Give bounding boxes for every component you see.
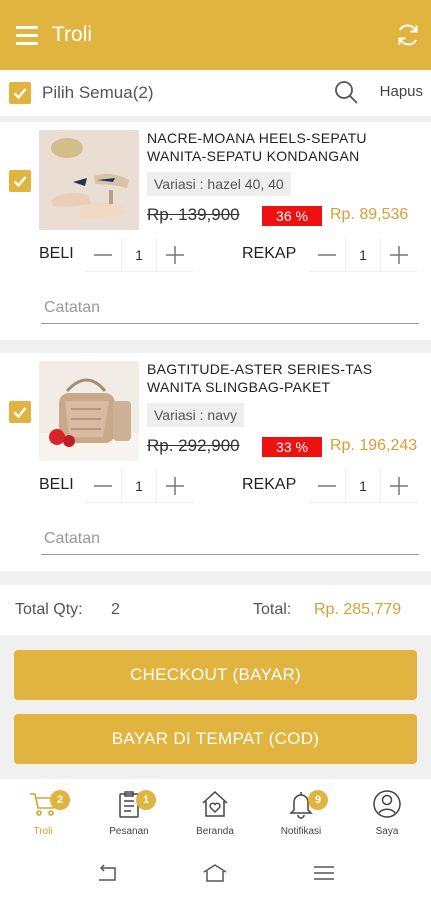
sale-price: Rp. 89,536: [330, 206, 409, 223]
price-row: Rp. 139,900 36 % Rp. 89,536: [147, 205, 431, 227]
quantity-value[interactable]: 1: [345, 237, 381, 272]
plus-button[interactable]: [157, 238, 193, 272]
minus-button[interactable]: [85, 469, 121, 503]
nav-item-notifikasi[interactable]: 9 Notifikasi: [258, 779, 344, 846]
orders-badge: 1: [136, 790, 156, 810]
plus-button[interactable]: [381, 238, 417, 272]
select-all-bar: Pilih Semua(2) Hapus: [0, 70, 431, 116]
nav-label: Beranda: [196, 826, 234, 837]
minus-icon: [94, 484, 112, 487]
product-name[interactable]: BAGTITUDE-ASTER SERIES-TAS WANITA SLINGB…: [147, 360, 417, 396]
minus-button[interactable]: [309, 238, 345, 272]
plus-icon: [166, 245, 184, 264]
select-all-checkbox[interactable]: [9, 82, 31, 104]
beli-label: BELI: [39, 245, 74, 262]
minus-button[interactable]: [85, 238, 121, 272]
plus-icon: [390, 476, 408, 495]
minus-icon: [318, 253, 336, 256]
check-icon: [13, 407, 27, 419]
original-price: Rp. 139,900: [147, 205, 240, 224]
total-value: Rp. 285,779: [314, 601, 402, 618]
refresh-icon[interactable]: [395, 22, 421, 48]
select-all-label[interactable]: Pilih Semua(2): [42, 83, 154, 103]
plus-button[interactable]: [157, 469, 193, 503]
search-icon[interactable]: [333, 79, 359, 105]
quantity-value[interactable]: 1: [345, 468, 381, 503]
system-nav-bar: [0, 846, 431, 900]
quantity-value[interactable]: 1: [121, 468, 157, 503]
product-name[interactable]: NACRE-MOANA HEELS-SEPATU WANITA-SEPATU K…: [147, 129, 417, 165]
check-icon: [13, 88, 27, 100]
cart-badge: 2: [50, 790, 70, 810]
beli-label: BELI: [39, 476, 74, 493]
note-input[interactable]: [41, 523, 419, 555]
hamburger-menu-icon[interactable]: [0, 0, 52, 70]
total-summary: Total Qty: 2 Total: Rp. 285,779: [0, 585, 431, 635]
rekap-quantity-stepper: 1: [309, 468, 417, 503]
rekap-label: REKAP: [242, 476, 297, 493]
item-checkbox[interactable]: [9, 170, 31, 192]
total-qty-value: 2: [111, 601, 120, 618]
minus-button[interactable]: [309, 469, 345, 503]
note-input[interactable]: [41, 292, 419, 324]
cart-item: NACRE-MOANA HEELS-SEPATU WANITA-SEPATU K…: [0, 122, 431, 340]
nav-label: Notifikasi: [280, 826, 322, 837]
page-title: Troli: [52, 23, 93, 46]
home-heart-icon: [202, 790, 228, 817]
product-image[interactable]: [39, 130, 139, 230]
recents-icon[interactable]: [311, 862, 337, 884]
total-label: Total:: [253, 601, 292, 618]
discount-badge: 36 %: [262, 206, 322, 226]
nav-label: Troli: [33, 826, 53, 837]
plus-button[interactable]: [381, 469, 417, 503]
beli-quantity-stepper: 1: [85, 237, 193, 272]
delete-button[interactable]: Hapus: [380, 83, 423, 100]
total-qty-label: Total Qty:: [15, 601, 83, 618]
discount-badge: 33 %: [262, 437, 322, 457]
home-icon[interactable]: [202, 862, 228, 884]
back-icon[interactable]: [95, 862, 121, 884]
minus-icon: [318, 484, 336, 487]
cod-button[interactable]: BAYAR DI TEMPAT (COD): [14, 714, 417, 764]
user-icon: [373, 790, 401, 818]
original-price: Rp. 292,900: [147, 436, 240, 455]
nav-item-troli[interactable]: 2 Troli: [0, 779, 86, 846]
price-row: Rp. 292,900 33 % Rp. 196,243: [147, 436, 431, 458]
app-header: Troli: [0, 0, 431, 70]
plus-icon: [166, 476, 184, 495]
nav-label: Saya: [375, 826, 399, 837]
rekap-quantity-stepper: 1: [309, 237, 417, 272]
sale-price: Rp. 196,243: [330, 437, 418, 454]
rekap-label: REKAP: [242, 245, 297, 262]
checkout-button[interactable]: CHECKOUT (BAYAR): [14, 650, 417, 700]
plus-icon: [390, 245, 408, 264]
nav-label: Pesanan: [109, 826, 149, 837]
nav-item-pesanan[interactable]: 1 Pesanan: [86, 779, 172, 846]
nav-item-saya[interactable]: Saya: [344, 779, 430, 846]
minus-icon: [94, 253, 112, 256]
product-image[interactable]: [39, 361, 139, 461]
quantity-value[interactable]: 1: [121, 237, 157, 272]
item-checkbox[interactable]: [9, 401, 31, 423]
nav-item-beranda[interactable]: Beranda: [172, 779, 258, 846]
variant-badge[interactable]: Variasi : hazel 40, 40: [147, 172, 291, 196]
variant-badge[interactable]: Variasi : navy: [147, 403, 244, 427]
cart-item: BAGTITUDE-ASTER SERIES-TAS WANITA SLINGB…: [0, 353, 431, 571]
beli-quantity-stepper: 1: [85, 468, 193, 503]
notification-badge: 9: [308, 790, 328, 810]
bottom-nav: 2 Troli 1 Pesanan Beranda 9 Notifikasi S…: [0, 779, 431, 846]
check-icon: [13, 176, 27, 188]
